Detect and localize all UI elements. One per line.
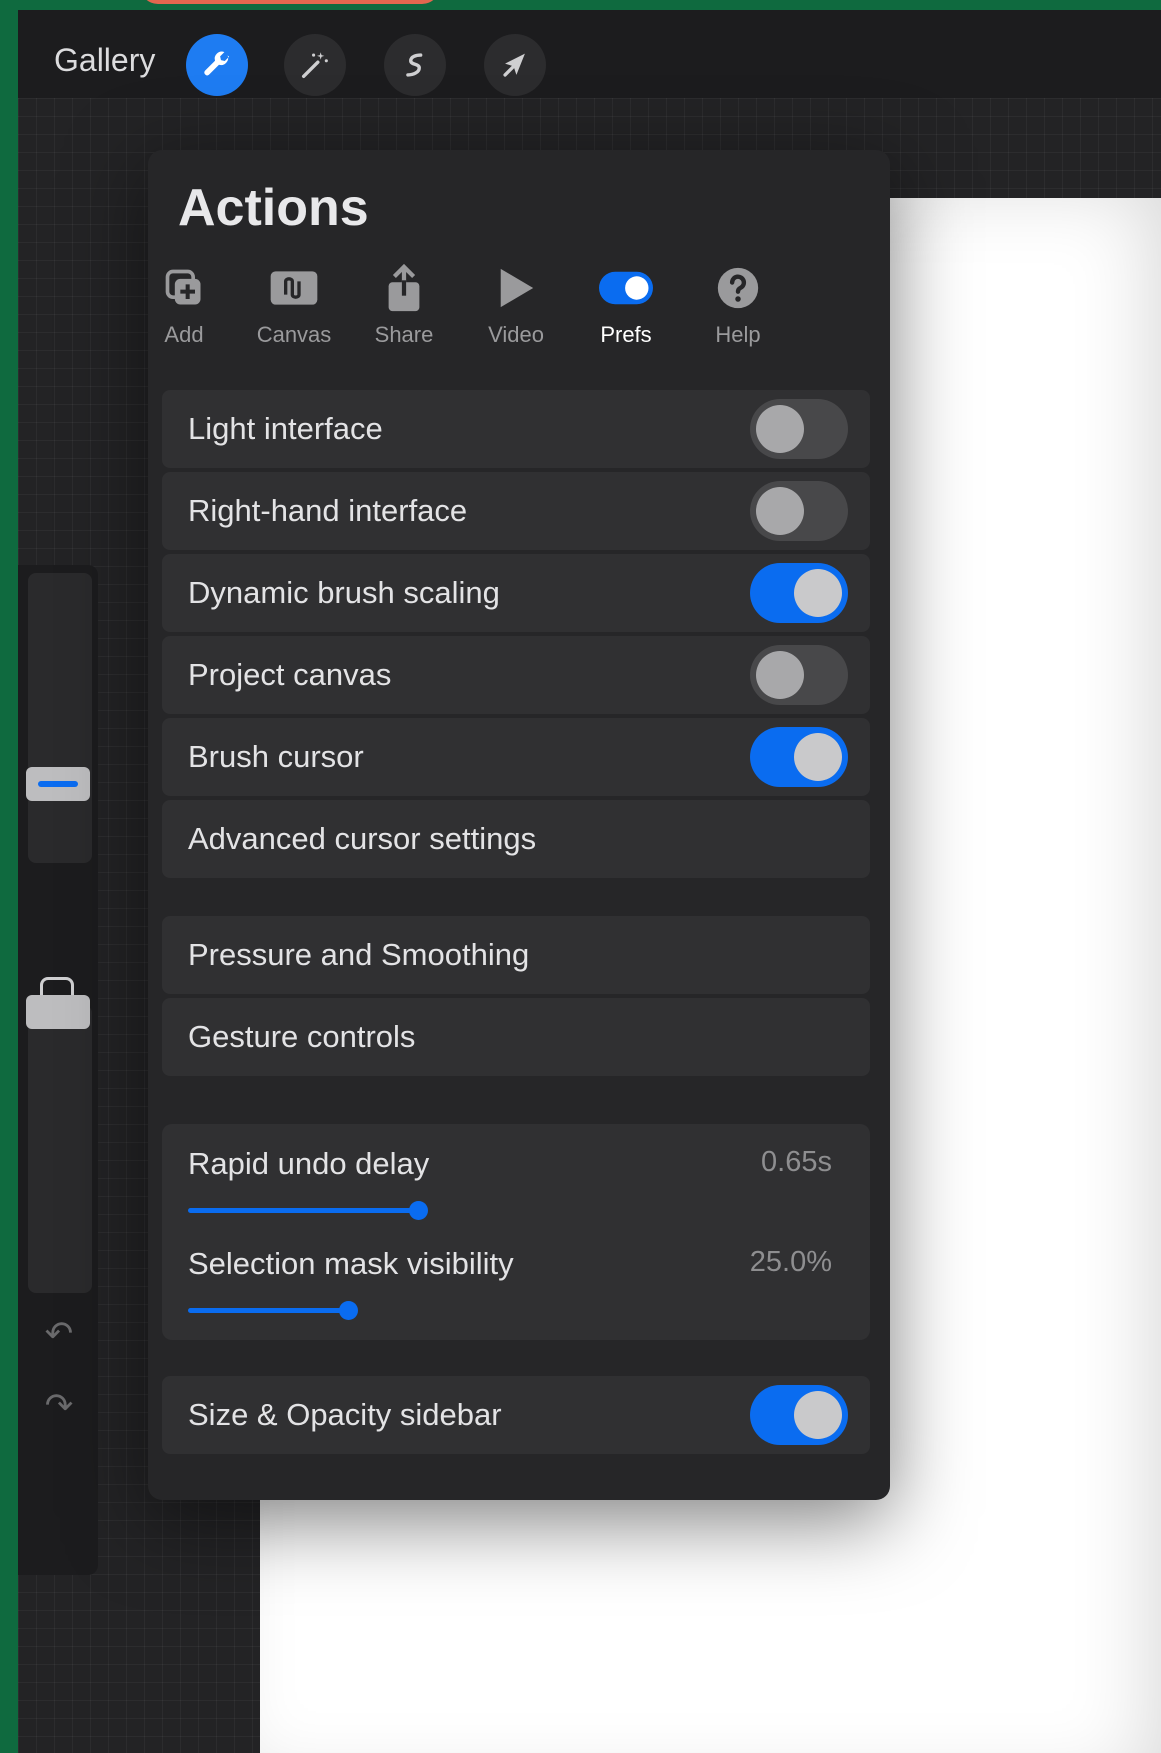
tab-add[interactable]: Add [134, 260, 234, 348]
help-icon [717, 267, 759, 309]
project-canvas-toggle[interactable] [750, 645, 848, 705]
selection-mask-visibility-slider[interactable] [188, 1301, 358, 1320]
toggle-knob [794, 569, 842, 617]
pref-label: Size & Opacity sidebar [188, 1397, 502, 1432]
share-icon [388, 263, 420, 312]
pref-label: Advanced cursor settings [188, 821, 537, 856]
left-sidebar: ↶ ↷ [18, 565, 98, 1575]
right-hand-interface-toggle[interactable] [750, 481, 848, 541]
transform-button[interactable] [484, 34, 546, 96]
brush-size-handle-mark [38, 781, 78, 787]
tab-prefs[interactable]: Prefs [576, 260, 676, 348]
toggle-knob [756, 405, 804, 453]
selection-mask-visibility-value: 25.0% [749, 1246, 832, 1278]
pref-row-light-interface[interactable]: Light interface [162, 390, 870, 468]
add-icon [165, 269, 201, 305]
tab-share-label: Share [374, 322, 434, 347]
tab-canvas[interactable]: Canvas [244, 260, 344, 348]
pref-row-right-hand-interface[interactable]: Right-hand interface [162, 472, 870, 550]
pressure-smoothing-button[interactable]: Pressure and Smoothing [162, 916, 870, 994]
pref-row-size-opacity-sidebar[interactable]: Size & Opacity sidebar [162, 1376, 870, 1454]
slider-thumb[interactable] [409, 1201, 428, 1220]
selection-mask-visibility-label: Selection mask visibility [188, 1246, 514, 1281]
tab-video-label: Video [488, 322, 544, 347]
rapid-undo-delay-label: Rapid undo delay [188, 1146, 430, 1181]
top-toolbar: Gallery [18, 10, 1161, 98]
size-opacity-sidebar-toggle[interactable] [750, 1385, 848, 1445]
pref-label: Light interface [188, 411, 383, 446]
toggle-knob [756, 487, 804, 535]
tab-add-label: Add [164, 322, 204, 347]
toggle-knob [794, 1391, 842, 1439]
toggle-knob [756, 651, 804, 699]
actions-button[interactable] [186, 34, 248, 96]
opacity-handle[interactable] [26, 995, 90, 1029]
magic-wand-icon [301, 52, 328, 79]
tab-help[interactable]: Help [688, 260, 788, 348]
pref-label: Project canvas [188, 657, 392, 692]
light-interface-toggle[interactable] [750, 399, 848, 459]
pref-label: Right-hand interface [188, 493, 468, 528]
actions-tabs: Add Canvas Share Video Prefs Help [158, 260, 888, 350]
tab-help-label: Help [715, 322, 761, 347]
tab-video[interactable]: Video [466, 260, 566, 348]
dynamic-brush-scaling-toggle[interactable] [750, 563, 848, 623]
pref-label: Pressure and Smoothing [188, 937, 530, 972]
pref-row-dynamic-brush-scaling[interactable]: Dynamic brush scaling [162, 554, 870, 632]
tab-share[interactable]: Share [354, 260, 454, 348]
undo-icon[interactable]: ↶ [40, 1315, 78, 1353]
redo-icon[interactable]: ↷ [40, 1387, 78, 1425]
toggle-knob [794, 733, 842, 781]
pref-label: Gesture controls [188, 1019, 416, 1054]
rapid-undo-delay-slider[interactable] [188, 1201, 428, 1220]
brush-size-handle[interactable] [26, 767, 90, 801]
gallery-button[interactable]: Gallery [54, 42, 155, 79]
video-play-icon [500, 268, 534, 308]
adjustments-button[interactable] [284, 34, 346, 96]
brush-cursor-toggle[interactable] [750, 727, 848, 787]
rapid-undo-delay-value: 0.65s [761, 1146, 832, 1178]
brush-size-slider[interactable] [28, 573, 92, 863]
canvas-icon [270, 271, 318, 305]
tab-canvas-label: Canvas [256, 322, 332, 347]
transform-arrow-icon [503, 53, 525, 77]
pref-row-brush-cursor[interactable]: Brush cursor [162, 718, 870, 796]
tab-prefs-label: Prefs [600, 322, 652, 347]
pref-label: Dynamic brush scaling [188, 575, 500, 610]
pref-row-project-canvas[interactable]: Project canvas [162, 636, 870, 714]
slider-thumb[interactable] [339, 1301, 358, 1320]
selection-icon [406, 53, 423, 77]
procreate-screen: Gallery ↶ ↷ Actions Add Canvas Share Vid… [18, 10, 1161, 1753]
pref-label: Brush cursor [188, 739, 364, 774]
panel-title: Actions [178, 179, 369, 237]
selection-button[interactable] [384, 34, 446, 96]
advanced-cursor-settings-button[interactable]: Advanced cursor settings [162, 800, 870, 878]
opacity-slider[interactable] [28, 1005, 92, 1293]
sliders-group: Rapid undo delay 0.65s Selection mask vi… [162, 1124, 870, 1340]
wrench-icon [204, 51, 230, 76]
prefs-toggle-icon [599, 271, 653, 305]
gesture-controls-button[interactable]: Gesture controls [162, 998, 870, 1076]
decorative-blob [140, 0, 440, 4]
actions-panel: Actions Add Canvas Share Video Prefs Hel… [148, 150, 890, 1500]
